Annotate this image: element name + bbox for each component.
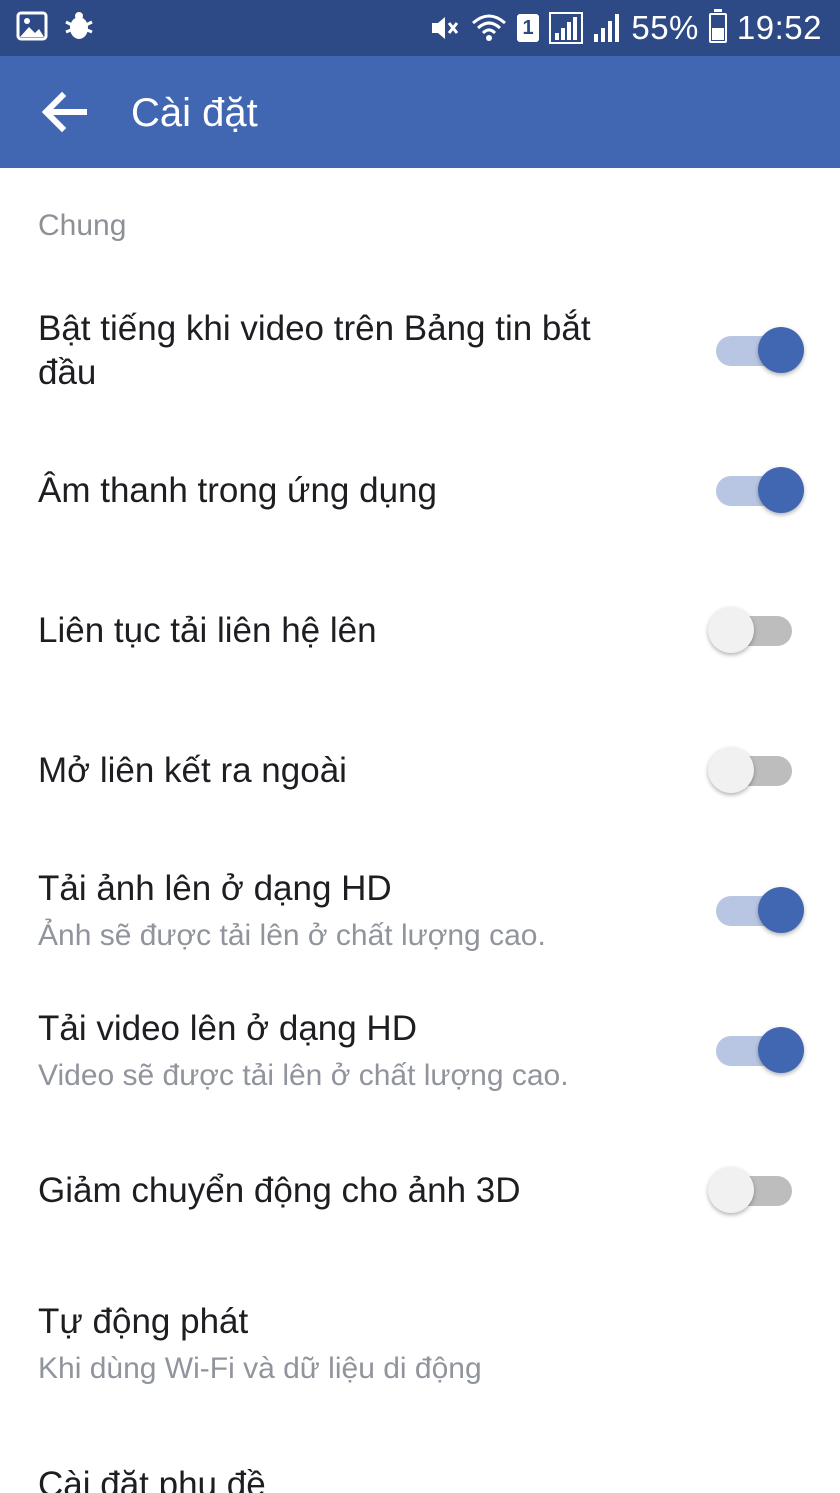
back-arrow-icon[interactable] bbox=[40, 90, 88, 134]
gallery-icon bbox=[16, 10, 48, 42]
toggle-thumb bbox=[708, 747, 754, 793]
setting-title: Cài đặt phụ đề bbox=[38, 1465, 266, 1493]
setting-subtitle: Khi dùng Wi-Fi và dữ liệu di động bbox=[38, 1352, 482, 1385]
setting-title: Tải video lên ở dạng HD bbox=[38, 1009, 417, 1048]
toggle-thumb bbox=[758, 467, 804, 513]
continuous-contact-upload-toggle[interactable] bbox=[706, 600, 802, 660]
page-title: Cài đặt bbox=[131, 91, 258, 135]
toggle-thumb bbox=[708, 1167, 754, 1213]
bug-icon bbox=[62, 10, 96, 42]
upload-photos-hd-toggle[interactable] bbox=[706, 880, 804, 940]
setting-upload-photos-hd[interactable]: Tải ảnh lên ở dạng HD Ảnh sẽ được tải lê… bbox=[0, 860, 840, 960]
setting-in-app-sound[interactable]: Âm thanh trong ứng dụng bbox=[0, 440, 840, 540]
section-header: Chung bbox=[38, 209, 127, 242]
reduce-3d-motion-toggle[interactable] bbox=[706, 1160, 802, 1220]
upload-videos-hd-toggle[interactable] bbox=[706, 1020, 804, 1080]
battery-icon bbox=[708, 9, 727, 43]
setting-subtitle: Ảnh sẽ được tải lên ở chất lượng cao. bbox=[38, 919, 546, 952]
toggle-thumb bbox=[758, 887, 804, 933]
battery-percent: 55% bbox=[631, 9, 699, 46]
setting-continuous-contact-upload[interactable]: Liên tục tải liên hệ lên bbox=[0, 580, 840, 680]
open-links-externally-toggle[interactable] bbox=[706, 740, 802, 800]
setting-autoplay[interactable]: Tự động phát Khi dùng Wi-Fi và dữ liệu d… bbox=[0, 1294, 840, 1404]
setting-title: Âm thanh trong ứng dụng bbox=[38, 471, 437, 510]
setting-reduce-3d-motion[interactable]: Giảm chuyển động cho ảnh 3D bbox=[0, 1140, 840, 1240]
wifi-icon bbox=[471, 13, 507, 43]
status-bar: 1 55% 19:52 bbox=[0, 0, 840, 56]
setting-open-links-externally[interactable]: Mở liên kết ra ngoài bbox=[0, 720, 840, 820]
toggle-thumb bbox=[758, 1027, 804, 1073]
clock: 19:52 bbox=[736, 9, 822, 46]
toggle-thumb bbox=[758, 327, 804, 373]
toggle-thumb bbox=[708, 607, 754, 653]
in-app-sound-toggle[interactable] bbox=[706, 460, 804, 520]
unmute-feed-video-toggle[interactable] bbox=[706, 320, 804, 380]
setting-title: Giảm chuyển động cho ảnh 3D bbox=[38, 1171, 521, 1210]
sim-badge: 1 bbox=[517, 14, 540, 42]
setting-title: Tự động phát bbox=[38, 1302, 249, 1341]
signal-icon bbox=[549, 12, 584, 44]
setting-upload-videos-hd[interactable]: Tải video lên ở dạng HD Video sẽ được tả… bbox=[0, 1000, 840, 1100]
setting-unmute-feed-video[interactable]: Bật tiếng khi video trên Bảng tin bắt đầ… bbox=[0, 300, 840, 420]
signal-icon bbox=[593, 13, 621, 43]
setting-subtitle: Video sẽ được tải lên ở chất lượng cao. bbox=[38, 1059, 569, 1092]
mute-icon bbox=[429, 13, 461, 43]
setting-title: Mở liên kết ra ngoài bbox=[38, 751, 347, 790]
app-bar: Cài đặt bbox=[0, 56, 840, 168]
setting-title: Tải ảnh lên ở dạng HD bbox=[38, 869, 392, 908]
setting-title: Bật tiếng khi video trên Bảng tin bắt đầ… bbox=[38, 309, 591, 392]
setting-caption-settings[interactable]: Cài đặt phụ đề bbox=[0, 1455, 840, 1493]
setting-title: Liên tục tải liên hệ lên bbox=[38, 611, 377, 650]
